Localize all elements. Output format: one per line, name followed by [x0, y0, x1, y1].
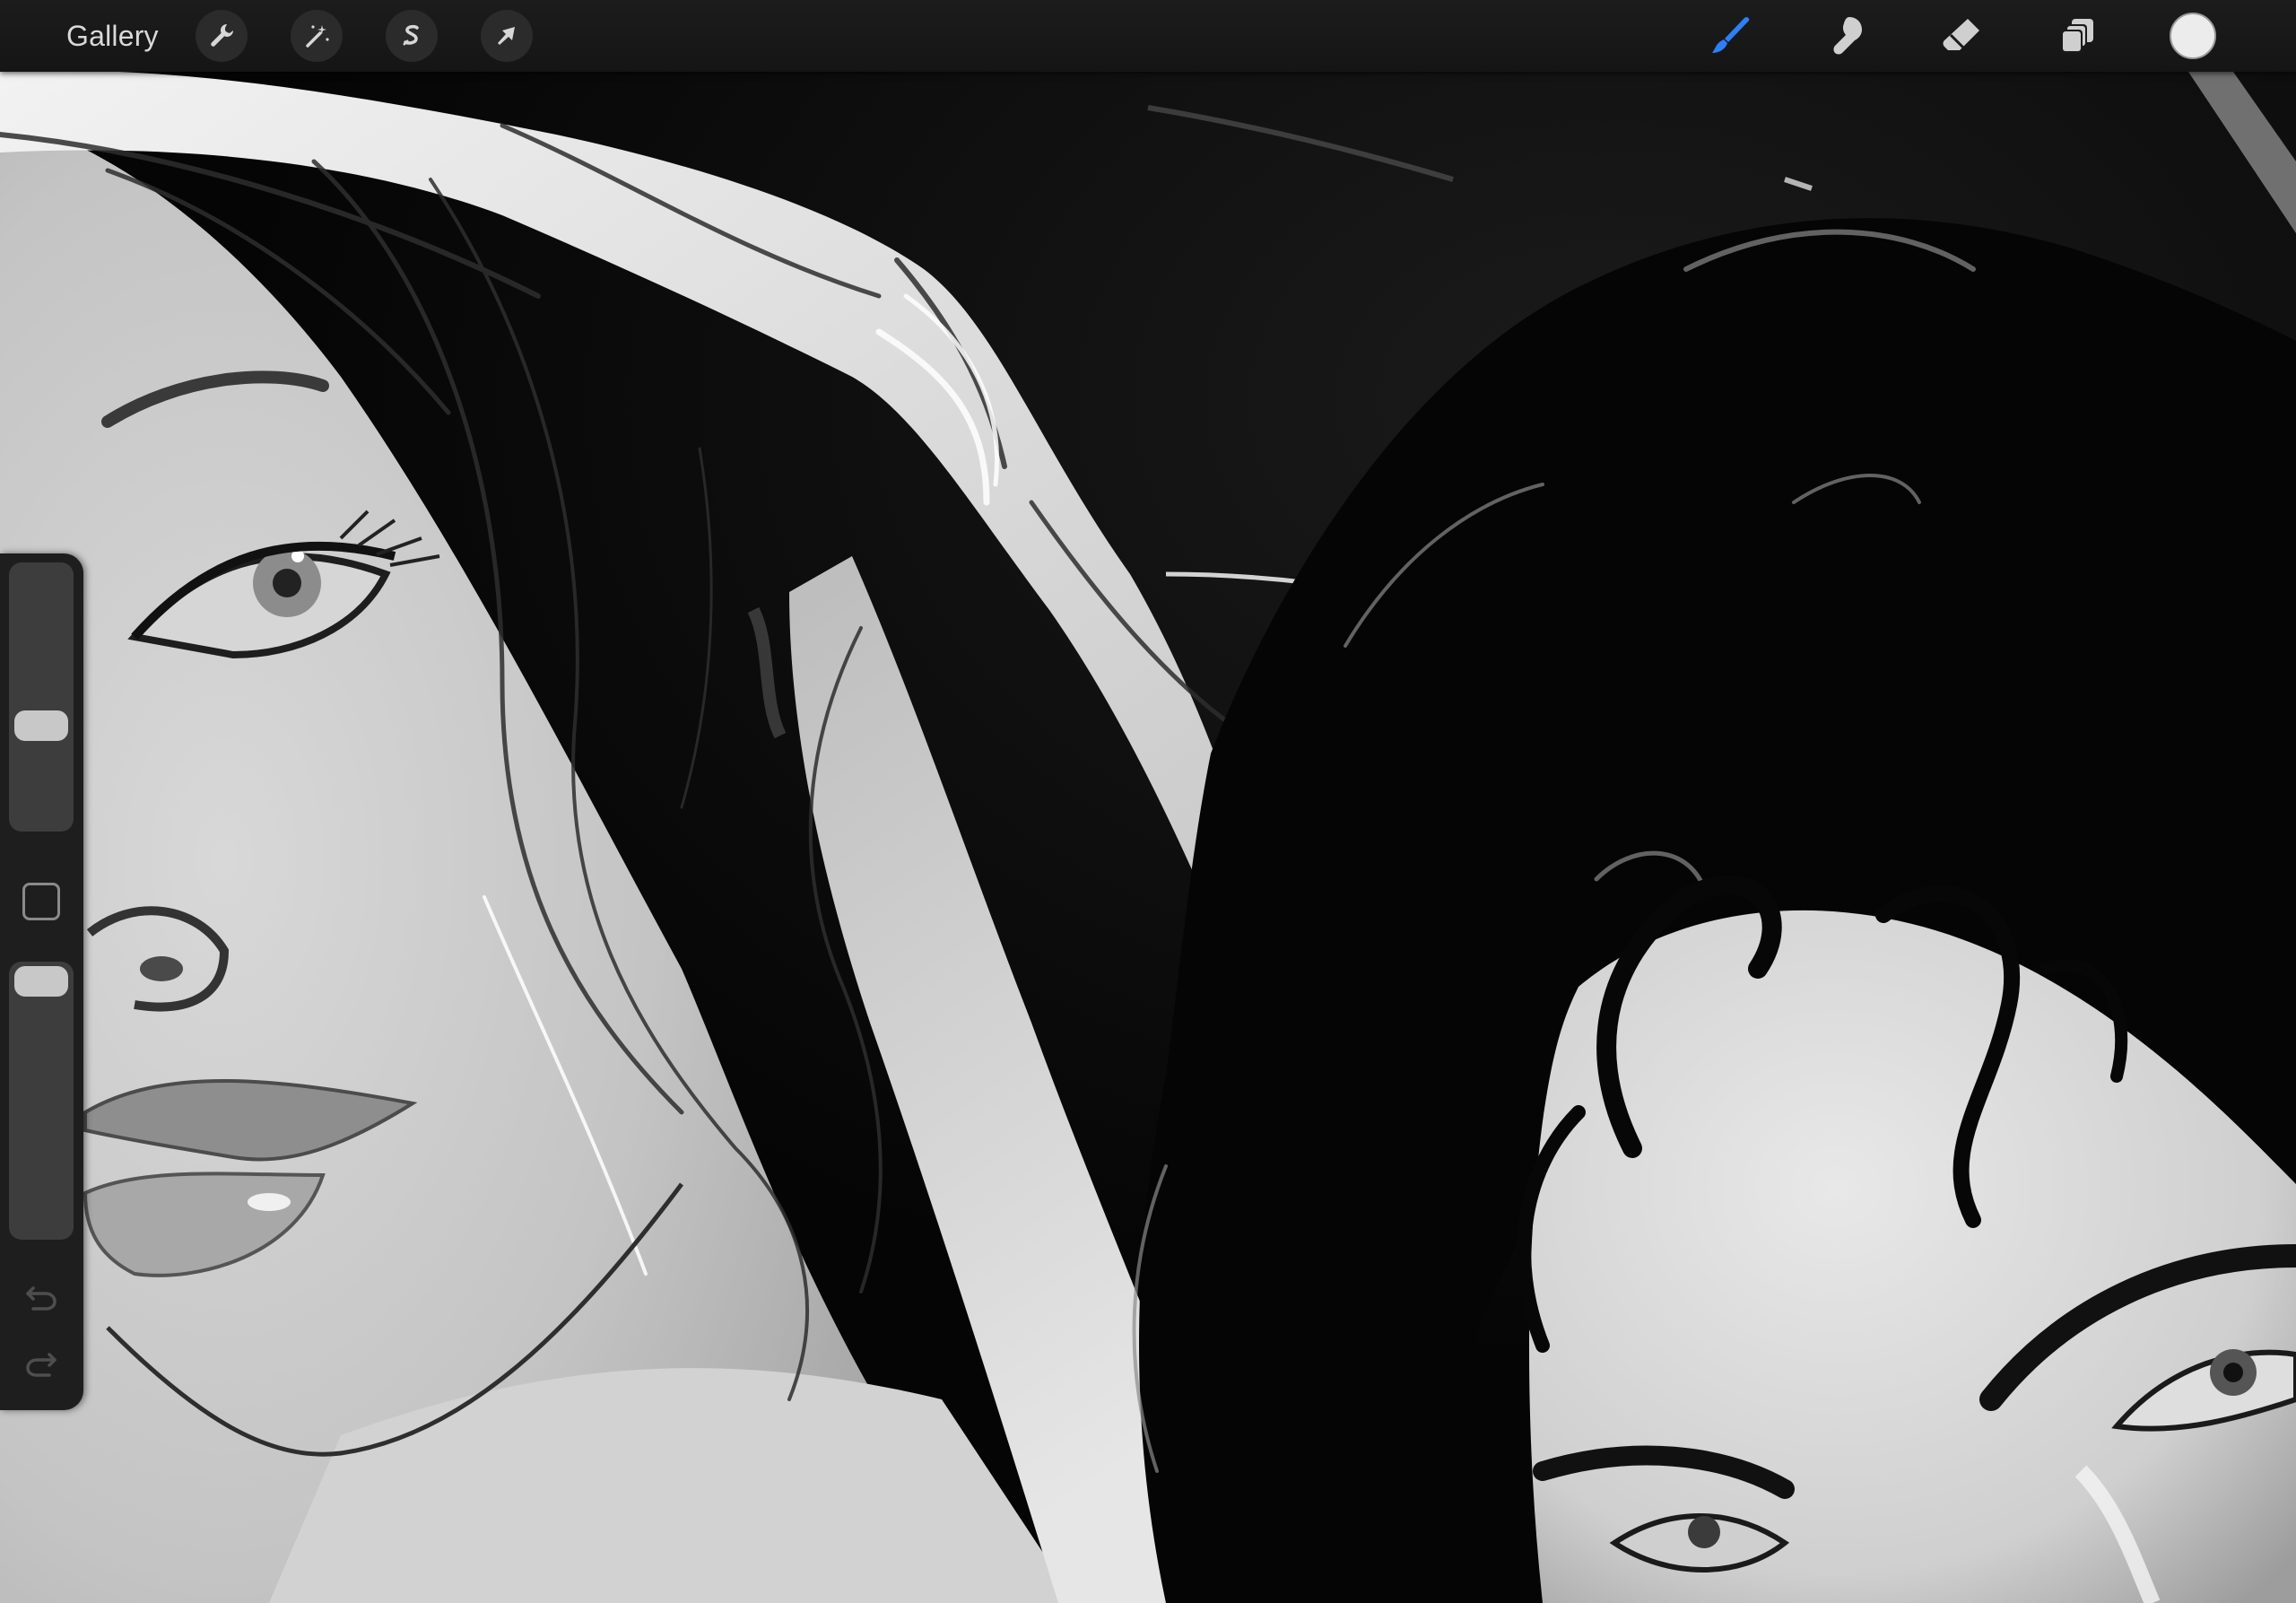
magic-wand-icon	[306, 25, 329, 48]
drawing-canvas[interactable]	[0, 0, 2296, 1603]
layers-icon	[2061, 19, 2093, 53]
redo-icon	[26, 1353, 57, 1377]
brush-size-thumb[interactable]	[14, 710, 68, 741]
layers-button[interactable]	[2051, 9, 2105, 63]
artwork	[0, 0, 2296, 1603]
modify-button[interactable]	[22, 883, 60, 920]
selection-s-icon	[403, 24, 419, 46]
redo-button[interactable]	[20, 1343, 63, 1386]
smudge-tool-button[interactable]	[1820, 9, 1874, 63]
adjustments-button[interactable]	[291, 10, 343, 62]
smudge-finger-icon	[1833, 17, 1862, 55]
undo-button[interactable]	[20, 1276, 63, 1320]
procreate-app: Gallery	[0, 0, 2296, 1603]
eraser-tool-button[interactable]	[1935, 9, 1989, 63]
brush-tool-button[interactable]	[1704, 9, 1758, 63]
color-picker-button[interactable]	[2170, 13, 2216, 59]
left-sidebar	[0, 553, 83, 1410]
gallery-button[interactable]: Gallery	[66, 14, 159, 57]
brush-size-slider[interactable]	[9, 562, 74, 832]
arrow-cursor-icon	[498, 27, 515, 45]
opacity-thumb[interactable]	[14, 966, 68, 997]
wrench-icon	[211, 24, 233, 47]
opacity-slider[interactable]	[9, 962, 74, 1240]
top-toolbar: Gallery	[0, 0, 2296, 72]
transform-button[interactable]	[481, 10, 533, 62]
brush-icon	[1712, 17, 1750, 53]
eraser-icon	[1943, 19, 1979, 50]
selection-button[interactable]	[386, 10, 438, 62]
actions-button[interactable]	[196, 10, 248, 62]
undo-icon	[26, 1286, 57, 1311]
